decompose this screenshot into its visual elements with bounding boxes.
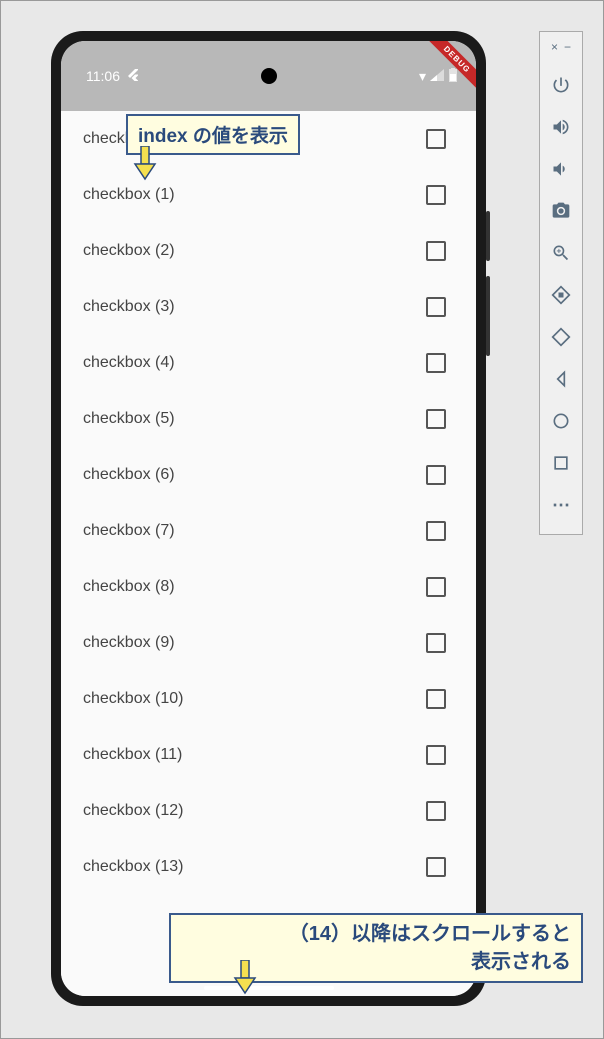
checkbox[interactable]	[426, 633, 446, 653]
wifi-icon: ▾	[419, 68, 426, 85]
checkbox[interactable]	[426, 129, 446, 149]
checkbox[interactable]	[426, 297, 446, 317]
clock-time: 11:06	[86, 68, 120, 84]
list-item[interactable]: checkbox (2)	[61, 223, 476, 279]
checkbox[interactable]	[426, 185, 446, 205]
power-icon[interactable]	[546, 70, 576, 100]
home-indicator[interactable]	[204, 986, 334, 990]
rotate-left-icon[interactable]	[546, 280, 576, 310]
volume-up-icon[interactable]	[546, 112, 576, 142]
zoom-in-icon[interactable]	[546, 238, 576, 268]
list-item-label: checkbox (10)	[83, 690, 184, 708]
checkbox[interactable]	[426, 521, 446, 541]
camera-notch	[261, 68, 277, 84]
battery-icon	[448, 68, 458, 85]
list-item[interactable]: checkbox (1)	[61, 167, 476, 223]
list-item-label: checkbox (5)	[83, 410, 175, 428]
list-item[interactable]: checkbox (3)	[61, 279, 476, 335]
status-bar: 11:06 ▾ DEBUG	[61, 41, 476, 111]
list-item[interactable]: checkbox (8)	[61, 559, 476, 615]
list-item-label: checkbox (9)	[83, 634, 175, 652]
list-item-label: checkbox (12)	[83, 802, 184, 820]
app-content[interactable]: checkbox (0)checkbox (1)checkbox (2)chec…	[61, 111, 476, 996]
overview-icon[interactable]	[546, 448, 576, 478]
list-item-label: checkbox (8)	[83, 578, 175, 596]
checkbox[interactable]	[426, 689, 446, 709]
list-item-label: checkbox (1)	[83, 186, 175, 204]
arrow-down-icon	[231, 960, 259, 1000]
phone-screen: 11:06 ▾ DEBUG checkbox (0)checkbox (1)ch…	[61, 41, 476, 996]
list-item[interactable]: checkbox (12)	[61, 783, 476, 839]
list-item[interactable]: checkbox (7)	[61, 503, 476, 559]
list-item-label: checkbox (13)	[83, 858, 184, 876]
list-item-label: checkbox (4)	[83, 354, 175, 372]
checkbox[interactable]	[426, 577, 446, 597]
list-item[interactable]: checkbox (10)	[61, 671, 476, 727]
emulator-toolbar: × − ⋯	[539, 31, 583, 535]
list-item-label: checkbox (3)	[83, 298, 175, 316]
list-item[interactable]: checkbox (4)	[61, 335, 476, 391]
list-item-label: checkbox (7)	[83, 522, 175, 540]
phone-side-button	[486, 211, 490, 261]
minimize-button[interactable]: −	[564, 40, 571, 54]
list-item[interactable]: checkbox (11)	[61, 727, 476, 783]
checkbox[interactable]	[426, 465, 446, 485]
rotate-right-icon[interactable]	[546, 322, 576, 352]
volume-down-icon[interactable]	[546, 154, 576, 184]
phone-frame: 11:06 ▾ DEBUG checkbox (0)checkbox (1)ch…	[51, 31, 486, 1006]
checkbox[interactable]	[426, 353, 446, 373]
list-item[interactable]: checkbox (13)	[61, 839, 476, 895]
close-button[interactable]: ×	[551, 40, 558, 54]
signal-icon	[430, 68, 444, 84]
callout-scroll-line1: （14）以降はスクロールすると	[181, 920, 571, 948]
checkbox[interactable]	[426, 857, 446, 877]
list-item[interactable]: checkbox (6)	[61, 447, 476, 503]
arrow-down-icon	[131, 146, 159, 186]
list-item-label: checkbox (6)	[83, 466, 175, 484]
back-icon[interactable]	[546, 364, 576, 394]
checkbox[interactable]	[426, 745, 446, 765]
list-item-label: checkbox (11)	[83, 746, 182, 764]
home-icon[interactable]	[546, 406, 576, 436]
phone-volume-button	[486, 276, 490, 356]
camera-icon[interactable]	[546, 196, 576, 226]
list-item[interactable]: checkbox (5)	[61, 391, 476, 447]
checkbox[interactable]	[426, 409, 446, 429]
list-item-label: checkbox (2)	[83, 242, 175, 260]
checkbox[interactable]	[426, 801, 446, 821]
checkbox[interactable]	[426, 241, 446, 261]
list-item[interactable]: checkbox (9)	[61, 615, 476, 671]
more-icon[interactable]: ⋯	[546, 490, 576, 520]
flutter-icon	[128, 68, 138, 84]
